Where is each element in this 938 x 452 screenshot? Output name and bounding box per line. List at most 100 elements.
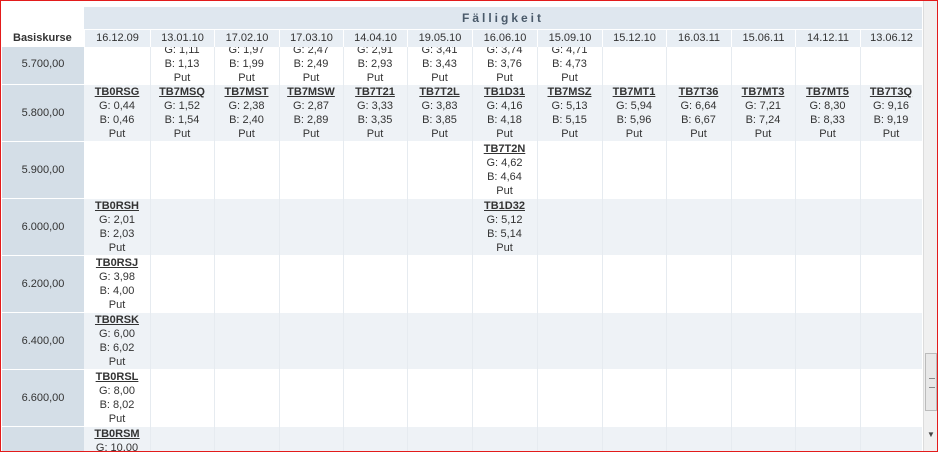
quote-cell: TB0RSH G: 2,01 B: 2,03 Put <box>84 199 150 255</box>
row-background <box>84 255 922 312</box>
ask-value: B: 6,02 <box>99 342 135 354</box>
ask-value: B: 3,76 <box>487 58 522 70</box>
quote-cell: TB7MSQ G: 1,52 B: 1,54 Put <box>150 85 214 141</box>
ask-value: B: 4,64 <box>487 171 522 183</box>
option-type: Put <box>302 128 320 140</box>
option-type: Put <box>819 128 836 140</box>
option-type: Put <box>690 128 707 140</box>
bid-value: G: 3,33 <box>356 100 394 112</box>
bid-value: G: 8,30 <box>809 100 846 112</box>
strike-label: 5.900,00 <box>2 141 84 198</box>
product-code-link[interactable]: TB0RSL <box>84 370 150 384</box>
bid-value: G: 5,13 <box>551 100 588 112</box>
quote-cell: G: 3,74 B: 3,76 Put <box>472 47 537 85</box>
maturity-header-6: 16.06.10 <box>472 30 537 47</box>
product-code-link[interactable]: TB0RSM <box>84 427 150 441</box>
option-type: Put <box>625 128 643 140</box>
option-type: Put <box>496 128 513 140</box>
option-type: Put <box>754 128 772 140</box>
header-corner <box>2 7 84 29</box>
bid-value: G: 2,91 <box>356 47 394 56</box>
maturity-header-8: 15.12.10 <box>602 30 666 47</box>
bid-value: G: 1,97 <box>228 47 265 56</box>
scroll-down-arrow-icon[interactable]: ▼ <box>925 429 937 441</box>
maturity-header-12: 13.06.12 <box>860 30 922 47</box>
product-code-link[interactable]: TB7T36 <box>666 85 731 99</box>
product-code-link[interactable]: TB7T21 <box>343 85 407 99</box>
ask-value: B: 3,43 <box>422 58 457 70</box>
option-type: Put <box>238 128 255 140</box>
ask-value: B: 9,19 <box>873 114 909 126</box>
option-type: Put <box>496 242 513 254</box>
bid-value: G: 3,74 <box>486 47 523 56</box>
product-code-link[interactable]: TB7MSW <box>279 85 343 99</box>
strike-label: 5.800,00 <box>2 84 84 141</box>
product-code-link[interactable]: TB0RSK <box>84 313 150 327</box>
option-type: Put <box>108 413 126 425</box>
product-code-link[interactable]: TB7MT5 <box>795 85 860 99</box>
option-type: Put <box>108 299 126 311</box>
bid-value: G: 2,87 <box>292 100 330 112</box>
bid-value: G: 9,16 <box>872 100 910 112</box>
options-matrix-window: Fälligkeit Basiskurse 16.12.09 13.01.10 17… <box>0 0 938 452</box>
maturity-header-10: 15.06.11 <box>731 30 795 47</box>
quote-cell: TB0RSK G: 6,00 B: 6,02 Put <box>84 313 150 369</box>
product-code-link[interactable]: TB0RSG <box>84 85 150 99</box>
quote-cell: TB7T3Q G: 9,16 B: 9,19 Put <box>860 85 922 141</box>
ask-value: B: 2,49 <box>293 58 329 70</box>
ask-value: B: 2,03 <box>99 228 135 240</box>
scroll-grip-icon <box>929 378 935 388</box>
bid-value: G: 7,21 <box>744 100 782 112</box>
maturity-header-11: 14.12.11 <box>795 30 860 47</box>
product-code-link[interactable]: TB0RSH <box>84 199 150 213</box>
maturity-header-0: 16.12.09 <box>84 30 150 47</box>
quote-cell: TB1D32 G: 5,12 B: 5,14 Put <box>472 199 537 255</box>
option-type: Put <box>366 72 384 84</box>
product-code-link[interactable]: TB1D31 <box>472 85 537 99</box>
product-code-link[interactable]: TB7MSZ <box>537 85 602 99</box>
option-type: Put <box>238 72 255 84</box>
ask-value: B: 5,14 <box>487 228 522 240</box>
ask-value: B: 1,13 <box>164 58 200 70</box>
product-code-link[interactable]: TB7MT3 <box>731 85 795 99</box>
vertical-scrollbar[interactable]: ▼ <box>923 1 937 451</box>
ask-value: B: 3,85 <box>422 114 457 126</box>
product-code-link[interactable]: TB1D32 <box>472 199 537 213</box>
ask-value: B: 0,46 <box>99 114 135 126</box>
option-type: Put <box>561 128 578 140</box>
product-code-link[interactable]: TB7MST <box>214 85 279 99</box>
product-code-link[interactable]: TB7T2N <box>472 142 537 156</box>
row-background <box>84 426 922 451</box>
product-code-link[interactable]: TB0RSJ <box>84 256 150 270</box>
ask-value: B: 1,54 <box>164 114 200 126</box>
scrollbar-thumb[interactable] <box>925 353 937 411</box>
maturity-header-3: 17.03.10 <box>279 30 343 47</box>
quote-cell: TB0RSG G: 0,44 B: 0,46 Put <box>84 85 150 141</box>
ask-value: B: 7,24 <box>745 114 781 126</box>
quote-cell: G: 2,47 B: 2,49 Put <box>279 47 343 85</box>
ask-value: B: 6,67 <box>681 114 716 126</box>
product-code-link[interactable]: TB7T3Q <box>860 85 922 99</box>
product-code-link[interactable]: TB7MSQ <box>150 85 214 99</box>
product-code-link[interactable]: TB7MT1 <box>602 85 666 99</box>
row-background <box>84 369 922 426</box>
option-type: Put <box>173 128 191 140</box>
bid-value: G: 4,16 <box>486 100 523 112</box>
ask-value: B: 2,40 <box>229 114 264 126</box>
option-type: Put <box>496 185 513 197</box>
bid-value: G: 5,94 <box>615 100 653 112</box>
ask-value: B: 8,33 <box>810 114 845 126</box>
row-background <box>84 312 922 369</box>
option-type: Put <box>108 356 126 368</box>
quote-cell: TB0RSL G: 8,00 B: 8,02 Put <box>84 370 150 426</box>
bid-value: G: 3,83 <box>421 100 458 112</box>
bid-value: G: 3,41 <box>421 47 458 56</box>
option-type: Put <box>173 72 191 84</box>
product-code-link[interactable]: TB7T2L <box>407 85 472 99</box>
strike-column-header: Basiskurse <box>2 30 84 47</box>
strike-label: 6.400,00 <box>2 312 84 369</box>
option-type: Put <box>496 72 513 84</box>
quote-cell: G: 3,41 B: 3,43 Put <box>407 47 472 85</box>
bid-value: G: 1,11 <box>164 47 200 56</box>
bid-value: G: 1,52 <box>163 100 201 112</box>
